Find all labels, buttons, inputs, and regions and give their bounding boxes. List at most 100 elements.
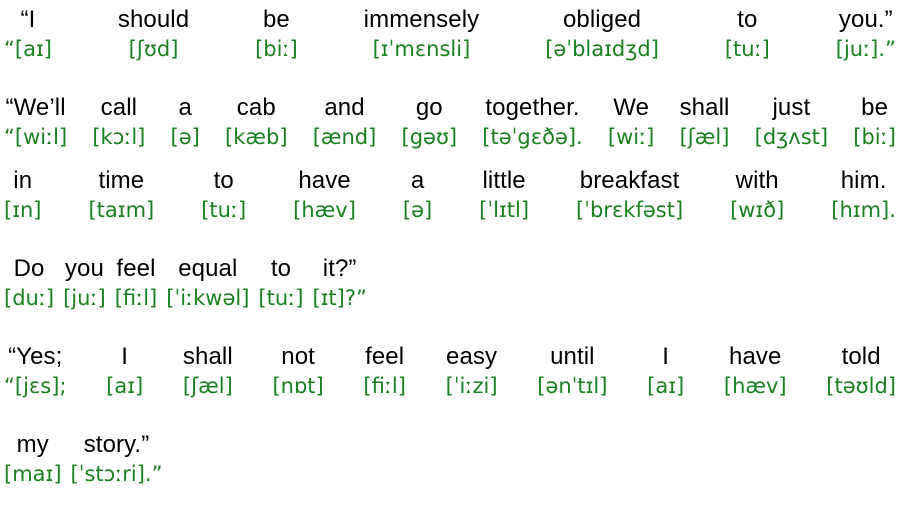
word-pair: be [biː] — [255, 4, 298, 64]
document-page: “I “[aɪ] should [ʃʊd] be [biː] immensely [ɪˈmɛn… — [0, 0, 900, 505]
english-word: feel — [116, 255, 156, 282]
ipa-transcription: [ə] — [402, 198, 433, 222]
english-word: it?” — [322, 255, 357, 282]
english-word: feel — [365, 343, 405, 370]
english-word: to — [737, 6, 758, 33]
ipa-transcription: [juː].” — [835, 37, 896, 61]
ipa-transcription: [wɪð] — [730, 198, 785, 222]
word-pair: you.” [juː].” — [836, 4, 896, 64]
word-pair: it?” [ɪt]?” — [312, 253, 366, 313]
english-word: “I — [20, 6, 36, 33]
english-word: “We’ll — [5, 94, 66, 121]
word-pair: have [hæv] — [293, 165, 356, 225]
ipa-transcription: [fiːl] — [363, 374, 406, 398]
ipa-transcription: [juː] — [63, 286, 106, 310]
english-word: Do — [13, 255, 45, 282]
interlinear-text-body: “I “[aɪ] should [ʃʊd] be [biː] immensely [ɪˈmɛn… — [4, 4, 896, 502]
line-spacer — [4, 401, 896, 429]
ipa-transcription: [wiː] — [607, 125, 655, 149]
english-word: “Yes; — [8, 343, 63, 370]
word-pair: breakfast [ˈbrɛkfəst] — [576, 165, 683, 225]
word-pair: a [ə] — [403, 165, 432, 225]
english-word: breakfast — [579, 167, 680, 194]
english-word: told — [841, 343, 881, 370]
ipa-transcription: [aɪ] — [106, 374, 144, 398]
english-word: I — [662, 343, 670, 370]
ipa-transcription: [hæv] — [723, 374, 787, 398]
ipa-transcription: [ʃæl] — [182, 374, 233, 398]
english-word: little — [482, 167, 526, 194]
word-pair: in [ɪn] — [4, 165, 42, 225]
english-word: and — [324, 94, 365, 121]
english-word: my — [16, 431, 49, 458]
ipa-transcription: [tuː] — [724, 37, 770, 61]
word-pair: have [hæv] — [724, 341, 787, 401]
word-pair: told [təʊld] — [826, 341, 896, 401]
ipa-transcription: [dʒʌst] — [754, 125, 829, 149]
english-word: equal — [178, 255, 238, 282]
ipa-transcription: [maɪ] — [4, 462, 62, 486]
ipa-transcription: [nɒt] — [272, 374, 324, 398]
ipa-transcription: [ˈlɪtl] — [479, 198, 530, 222]
ipa-transcription: [biː] — [853, 125, 896, 149]
english-word: just — [772, 94, 811, 121]
ipa-transcription: [ˈbrɛkfəst] — [576, 198, 684, 222]
ipa-transcription: [əˈblaɪdʒd] — [545, 37, 659, 61]
ipa-transcription: [biː] — [255, 37, 298, 61]
word-pair: “Yes; “[jɛs]; — [4, 341, 66, 401]
english-word: time — [98, 167, 145, 194]
english-word: story.” — [83, 431, 150, 458]
english-word: We — [613, 94, 650, 121]
word-pair: “I “[aɪ] — [4, 4, 52, 64]
ipa-transcription: [gəʊ] — [401, 125, 458, 149]
ipa-transcription: [tuː] — [258, 286, 304, 310]
line-spacer — [4, 313, 896, 341]
english-word: go — [415, 94, 443, 121]
word-pair: together. [təˈgɛðə]. — [482, 92, 582, 152]
word-pair: I [aɪ] — [647, 341, 684, 401]
english-word: with — [735, 167, 779, 194]
word-pair: feel [fiːl] — [363, 341, 406, 401]
word-pair: until [ənˈtɪl] — [537, 341, 607, 401]
ipa-transcription: [ənˈtɪl] — [537, 374, 608, 398]
word-pair: should [ʃʊd] — [118, 4, 189, 64]
english-word: be — [861, 94, 889, 121]
english-word: call — [100, 94, 138, 121]
word-pair: little [ˈlɪtl] — [479, 165, 529, 225]
word-pair: equal [ˈiːkwəl] — [166, 253, 249, 313]
line-spacer — [4, 225, 896, 253]
word-pair: shall [ʃæl] — [183, 341, 233, 401]
word-pair: shall [ʃæl] — [680, 92, 730, 152]
word-pair: a [ə] — [171, 92, 200, 152]
text-line: “I “[aɪ] should [ʃʊd] be [biː] immensely [ɪˈmɛn… — [4, 4, 896, 64]
line-spacer — [4, 489, 896, 502]
ipa-transcription: [kɔːl] — [92, 125, 146, 149]
ipa-transcription: [kæb] — [225, 125, 288, 149]
english-word: in — [13, 167, 33, 194]
english-word: a — [178, 94, 192, 121]
word-pair: obliged [əˈblaɪdʒd] — [545, 4, 659, 64]
english-word: to — [270, 255, 292, 282]
ipa-transcription: [hæv] — [293, 198, 356, 222]
text-line: my [maɪ] story.” [ˈstɔːri].” — [4, 429, 896, 489]
word-pair: “We’ll “[wiːl] — [4, 92, 67, 152]
english-word: easy — [446, 343, 498, 370]
word-pair: easy [ˈiːzi] — [446, 341, 498, 401]
ipa-transcription: [fiːl] — [114, 286, 158, 310]
ipa-transcription: [tuː] — [201, 198, 247, 222]
ipa-transcription: [təˈgɛðə]. — [482, 125, 583, 149]
ipa-transcription: “[wiːl] — [4, 125, 68, 149]
ipa-transcription: [ˈstɔːri].” — [70, 462, 163, 486]
ipa-transcription: [ˈiːzi] — [445, 374, 498, 398]
word-pair: call [kɔːl] — [92, 92, 145, 152]
text-line: “We’ll “[wiːl] call [kɔːl] a [ə] cab [kæb] and [æ… — [4, 92, 896, 152]
ipa-transcription: [ə] — [170, 125, 200, 149]
word-pair: We [wiː] — [608, 92, 654, 152]
word-pair: go [gəʊ] — [402, 92, 458, 152]
ipa-transcription: [taɪm] — [88, 198, 155, 222]
word-pair: you [juː] — [63, 253, 106, 313]
english-word: together. — [485, 94, 580, 121]
ipa-transcription: “[jɛs]; — [4, 374, 67, 398]
ipa-transcription: [ɪn] — [4, 198, 42, 222]
text-line: “Yes; “[jɛs]; I [aɪ] shall [ʃæl] not [nɒt] feel [… — [4, 341, 896, 401]
